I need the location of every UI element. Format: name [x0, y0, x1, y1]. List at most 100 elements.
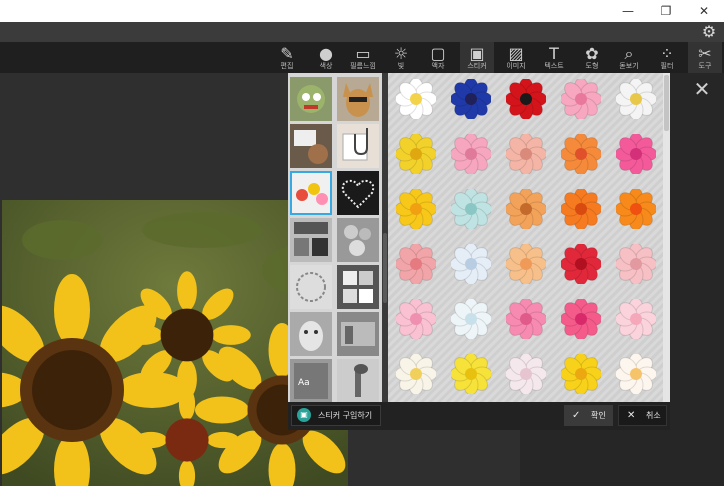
flower-sticker[interactable] — [559, 132, 603, 176]
flower-sticker[interactable] — [559, 187, 603, 231]
flower-sticker[interactable] — [449, 297, 493, 341]
flower-icon — [449, 132, 493, 176]
minimize-button[interactable]: — — [612, 0, 644, 22]
tool-magnifier[interactable]: ⌕ 돋보기 — [612, 42, 646, 73]
flower-sticker[interactable] — [504, 77, 548, 121]
dog-sticker-icon — [343, 83, 373, 117]
category-thumb[interactable] — [290, 312, 332, 356]
tool-light[interactable]: ☼ 빛 — [384, 42, 418, 73]
category-thumb[interactable] — [337, 218, 379, 262]
sticker-category-list[interactable]: Aa — [288, 73, 382, 402]
egg-face-icon — [299, 321, 323, 351]
flower-icon — [614, 187, 658, 231]
flower-sticker[interactable] — [614, 352, 658, 396]
flower-sticker[interactable] — [449, 242, 493, 286]
flower-sticker[interactable] — [559, 297, 603, 341]
scroll-thumb[interactable] — [664, 75, 669, 131]
flower-sticker[interactable] — [394, 297, 438, 341]
sticker-grid-scrollbar[interactable] — [663, 73, 670, 402]
title-bar: — ❐ ✕ — [0, 0, 724, 22]
flower-icon — [394, 242, 438, 286]
tool-text[interactable]: T 텍스트 — [537, 42, 571, 73]
buy-stickers-button[interactable]: ▣ 스티커 구입하기 — [291, 405, 381, 426]
cancel-button[interactable]: ✕ 취소 — [618, 405, 667, 426]
flower-sticker[interactable] — [559, 352, 603, 396]
flower-sticker[interactable] — [614, 242, 658, 286]
tool-frame[interactable]: ▢ 액자 — [421, 42, 455, 73]
flower-sticker[interactable] — [504, 297, 548, 341]
flower-icon — [449, 77, 493, 121]
flower-icon — [394, 77, 438, 121]
svg-text:Aa: Aa — [298, 378, 310, 388]
category-thumb[interactable] — [290, 124, 332, 168]
flower-sticker[interactable] — [394, 187, 438, 231]
flower-icon — [394, 352, 438, 396]
category-thumb-selected[interactable] — [290, 171, 332, 215]
category-thumb[interactable]: Aa — [290, 359, 332, 402]
edit-icon: ✎ — [280, 44, 294, 63]
flower-sticker[interactable] — [394, 77, 438, 121]
flower-sticker[interactable] — [504, 132, 548, 176]
close-window-button[interactable]: ✕ — [688, 0, 720, 22]
category-thumb[interactable] — [337, 359, 379, 402]
flower-sticker[interactable] — [504, 352, 548, 396]
tool-label: 도형 — [585, 62, 599, 70]
tool-tools[interactable]: ✂ 도구 — [688, 42, 722, 73]
category-thumb[interactable] — [290, 265, 332, 309]
category-thumb[interactable] — [337, 171, 379, 215]
restore-button[interactable]: ❐ — [650, 0, 682, 22]
cartoon-faces-icon — [343, 271, 373, 303]
category-thumb[interactable] — [337, 312, 379, 356]
sticker-grid[interactable] — [388, 73, 663, 402]
sticker-icon: ▣ — [469, 44, 485, 63]
tool-label: 텍스트 — [544, 62, 564, 70]
flower-sticker[interactable] — [394, 352, 438, 396]
flower-icon — [614, 77, 658, 121]
check-icon: ✓ — [572, 410, 581, 421]
flower-sticker[interactable] — [559, 77, 603, 121]
tool-image[interactable]: ▨ 이미지 — [499, 42, 533, 73]
flower-sticker[interactable] — [394, 132, 438, 176]
category-thumb[interactable] — [337, 77, 379, 121]
tool-label: 편집 — [280, 62, 294, 70]
tool-filter[interactable]: ⁘ 필터 — [650, 42, 684, 73]
buy-stickers-label: 스티커 구입하기 — [318, 411, 373, 420]
flower-icon — [504, 352, 548, 396]
ok-label: 확인 — [591, 411, 606, 420]
flower-icon — [394, 132, 438, 176]
cancel-label: 취소 — [646, 411, 661, 420]
close-icon[interactable]: ✕ — [690, 78, 714, 100]
category-thumb[interactable] — [290, 77, 332, 121]
tool-shape[interactable]: ✿ 도형 — [575, 42, 609, 73]
flower-sticker[interactable] — [614, 187, 658, 231]
flower-sticker[interactable] — [614, 77, 658, 121]
flower-sticker[interactable] — [614, 297, 658, 341]
tool-edit[interactable]: ✎ 편집 — [270, 42, 304, 73]
tool-sticker[interactable]: ▣ 스티커 — [460, 42, 494, 73]
flower-icon — [559, 187, 603, 231]
flower-icon — [559, 352, 603, 396]
ok-button[interactable]: ✓ 확인 — [564, 405, 613, 426]
category-thumb[interactable] — [337, 124, 379, 168]
category-thumb[interactable] — [337, 265, 379, 309]
flower-sticker[interactable] — [449, 77, 493, 121]
flower-sticker[interactable] — [394, 242, 438, 286]
flower-icon — [449, 187, 493, 231]
flower-icon — [614, 297, 658, 341]
flower-sticker[interactable] — [504, 242, 548, 286]
tool-label: 필름느낌 — [350, 62, 376, 70]
category-thumb[interactable] — [290, 218, 332, 262]
flower-sticker[interactable] — [559, 242, 603, 286]
scroll-thumb[interactable] — [383, 233, 387, 303]
flower-icon — [449, 242, 493, 286]
flower-sticker[interactable] — [614, 132, 658, 176]
giraffe-icon — [354, 364, 368, 397]
flower-sticker[interactable] — [504, 187, 548, 231]
flower-sticker[interactable] — [449, 352, 493, 396]
flower-sticker[interactable] — [449, 187, 493, 231]
photo-scene-icon — [294, 130, 328, 164]
tool-film[interactable]: ▭ 필름느낌 — [346, 42, 380, 73]
gear-icon[interactable]: ⚙ — [700, 23, 718, 41]
flower-sticker[interactable] — [449, 132, 493, 176]
tool-color[interactable]: ● 색상 — [309, 42, 343, 73]
